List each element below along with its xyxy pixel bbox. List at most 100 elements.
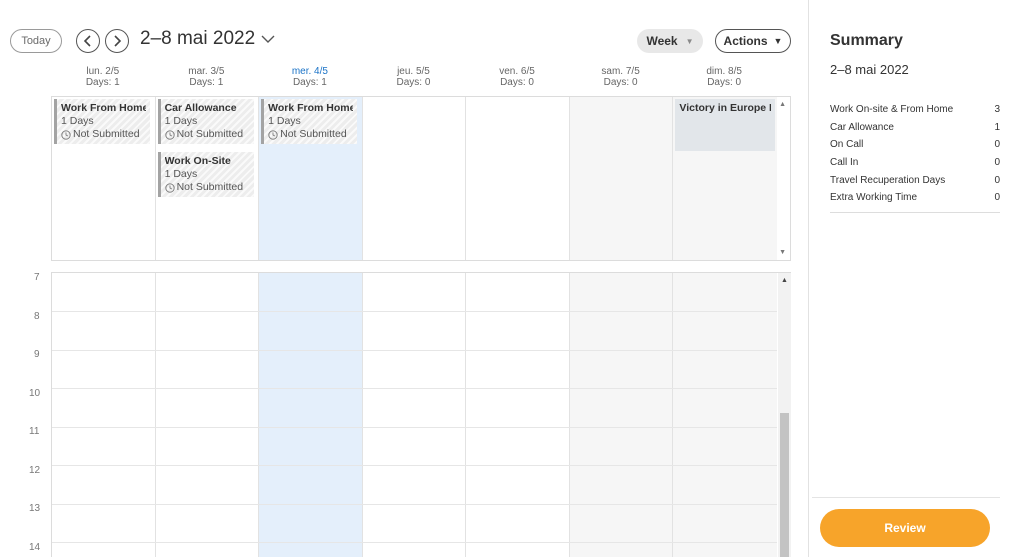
time-column-mon[interactable] (52, 273, 156, 557)
event-duration: 1 Days (61, 115, 94, 127)
summary-row: Work On-site & From Home 3 (830, 101, 1000, 119)
all-day-cell-mon[interactable]: Work From Home 1 Days Not Submitted (52, 97, 156, 260)
all-day-cell-sat[interactable] (569, 97, 674, 260)
next-week-button[interactable] (105, 29, 129, 53)
day-count: Days: 0 (707, 77, 742, 88)
day-count: Days: 1 (292, 77, 327, 88)
summary-row-value: 0 (994, 157, 1000, 169)
holiday-event[interactable]: Victory in Europe Day (675, 99, 776, 151)
event-status: Not Submitted (280, 128, 347, 140)
clock-icon (268, 129, 278, 140)
summary-row: Travel Recuperation Days 0 (830, 171, 1000, 189)
hour-line (52, 350, 777, 351)
hour-label: 12 (29, 465, 41, 476)
all-day-cell-thu[interactable] (363, 97, 467, 260)
summary-row-value: 3 (994, 104, 1000, 116)
all-day-cell-tue[interactable]: Car Allowance 1 Days Not Submitted Work … (156, 97, 260, 260)
view-select-label: Week (646, 34, 678, 48)
scroll-up-arrow-icon[interactable]: ▲ (779, 101, 786, 108)
clock-icon (164, 129, 175, 140)
hour-label: 7 (34, 272, 40, 283)
time-column-sun[interactable] (673, 273, 777, 557)
chevron-left-icon (83, 35, 91, 47)
hour-label: 9 (34, 349, 40, 360)
summary-row: Car Allowance 1 (830, 119, 1000, 137)
hour-line (52, 311, 777, 312)
summary-row: Call In 0 (830, 154, 1000, 172)
summary-row-label: On Call (830, 139, 864, 151)
scrollbar-thumb[interactable] (780, 413, 789, 557)
actions-label: Actions (723, 34, 768, 48)
scroll-down-arrow-icon[interactable]: ▼ (779, 249, 786, 256)
summary-title: Summary (830, 32, 903, 49)
summary-footer-divider (812, 497, 1000, 498)
event-title: Work On-Site (164, 155, 231, 167)
time-column-fri[interactable] (466, 273, 570, 557)
vertical-scrollbar[interactable]: ▲ (778, 273, 791, 557)
all-day-section: Work From Home 1 Days Not Submitted Car … (51, 96, 791, 261)
event-duration: 1 Days (164, 115, 198, 127)
date-range-title: 2–8 mai 2022 (140, 28, 256, 49)
day-count: Days: 0 (396, 77, 431, 88)
time-column-sat[interactable] (569, 273, 674, 557)
hour-line (52, 504, 777, 505)
summary-list: Work On-site & From Home 3 Car Allowance 1… (830, 101, 1000, 213)
calendar-app: Today 2–8 mai 2022 Week ▼ Actions ▼ lun.… (0, 0, 1024, 557)
event-title: Victory in Europe Day (679, 102, 771, 114)
event-card[interactable]: Work From Home 1 Days Not Submitted (261, 99, 358, 144)
time-column-wed[interactable] (259, 273, 363, 557)
day-header-fri: ven. 6/5 Days: 0 (465, 66, 569, 92)
day-header-sat: sam. 7/5 Days: 0 (569, 66, 673, 92)
event-card[interactable]: Work From Home 1 Days Not Submitted (54, 99, 150, 144)
view-select-week[interactable]: Week ▼ (637, 29, 703, 53)
event-card[interactable]: Car Allowance 1 Days Not Submitted (157, 99, 254, 144)
calendar-toolbar: Today 2–8 mai 2022 Week ▼ Actions ▼ (0, 0, 808, 60)
day-count: Days: 0 (603, 77, 638, 88)
event-status: Not Submitted (176, 128, 244, 140)
day-count: Days: 1 (85, 77, 120, 88)
event-title: Work From Home (61, 102, 146, 114)
all-day-cell-fri[interactable] (466, 97, 570, 260)
actions-button[interactable]: Actions ▼ (715, 29, 791, 53)
event-card[interactable]: Work On-Site 1 Days Not Submitted (157, 152, 254, 197)
time-grid-area: ▲ (51, 272, 791, 557)
hour-line (52, 465, 777, 466)
hour-line (52, 427, 777, 428)
clock-icon (61, 129, 71, 140)
day-label: dim. 8/5 (706, 66, 742, 77)
day-count: Days: 0 (500, 77, 534, 88)
previous-week-button[interactable] (76, 29, 100, 53)
day-label: mer. 4/5 (291, 66, 328, 77)
date-range-picker[interactable]: 2–8 mai 2022 (140, 28, 275, 50)
summary-row-label: Call In (830, 157, 859, 169)
hour-label: 8 (34, 311, 40, 322)
caret-down-icon: ▼ (773, 36, 783, 46)
summary-range: 2–8 mai 2022 (830, 62, 909, 77)
day-label: mar. 3/5 (188, 66, 225, 77)
panel-divider (808, 0, 809, 557)
day-header-mon: lun. 2/5 Days: 1 (51, 66, 155, 92)
hour-label: 11 (29, 426, 40, 437)
all-day-cell-wed[interactable]: Work From Home 1 Days Not Submitted (259, 97, 363, 260)
scroll-up-arrow-icon[interactable]: ▲ (781, 277, 788, 284)
hour-label: 14 (29, 542, 41, 553)
event-title: Work From Home (268, 102, 354, 114)
all-day-cell-sun[interactable]: Victory in Europe Day (673, 97, 777, 260)
chevron-down-icon (261, 35, 275, 43)
day-label: lun. 2/5 (86, 66, 120, 77)
hour-line (52, 542, 777, 543)
day-header-sun: dim. 8/5 Days: 0 (672, 66, 776, 92)
today-button[interactable]: Today (10, 29, 62, 53)
day-header-tue: mar. 3/5 Days: 1 (155, 66, 259, 92)
event-duration: 1 Days (268, 115, 301, 127)
review-button[interactable]: Review (820, 509, 990, 547)
time-column-thu[interactable] (363, 273, 467, 557)
day-header-thu: jeu. 5/5 Days: 0 (362, 66, 466, 92)
hour-line (52, 388, 777, 389)
day-headers: lun. 2/5 Days: 1 mar. 3/5 Days: 1 mer. 4/5… (51, 66, 776, 92)
summary-panel: Summary 2–8 mai 2022 Work On-site & From… (830, 0, 1024, 557)
summary-row-label: Work On-site & From Home (830, 104, 954, 116)
time-column-tue[interactable] (156, 273, 260, 557)
clock-icon (164, 182, 175, 193)
summary-row-value: 1 (994, 121, 1000, 133)
